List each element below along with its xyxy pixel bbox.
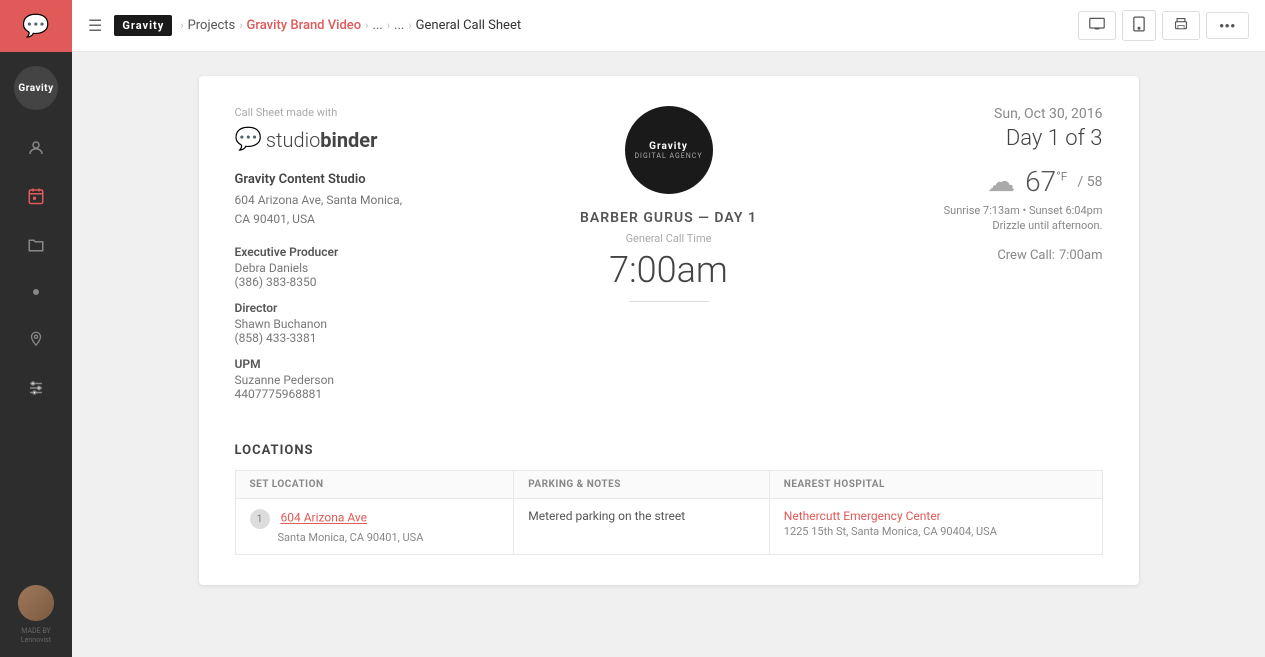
- breadcrumb-sep2: ›: [239, 19, 242, 32]
- breadcrumb-sep1: ›: [180, 19, 183, 32]
- breadcrumb-sep5: ›: [408, 19, 411, 32]
- call-sheet: Call Sheet made with 💬 studiobinder Grav…: [199, 76, 1139, 585]
- locations-table: SET LOCATION PARKING & NOTES NEAREST HOS…: [235, 470, 1103, 555]
- breadcrumb-sep3: ›: [365, 19, 368, 32]
- day-of: Day 1 of 3: [827, 126, 1103, 151]
- breadcrumb-current: General Call Sheet: [416, 18, 521, 33]
- hospital-name[interactable]: Nethercutt Emergency Center: [784, 509, 1088, 523]
- cs-left-column: Call Sheet made with 💬 studiobinder Grav…: [235, 106, 511, 413]
- shoot-date: Sun, Oct 30, 2016: [827, 106, 1103, 122]
- col-parking: PARKING & NOTES: [514, 471, 769, 499]
- avatar-image: [18, 585, 54, 621]
- company-address: 604 Arizona Ave, Santa Monica, CA 90401,…: [235, 191, 511, 229]
- view-print-button[interactable]: [1162, 11, 1200, 40]
- parking-notes-cell: Metered parking on the street: [514, 499, 769, 555]
- breadcrumb-ellipsis1[interactable]: ...: [372, 18, 382, 33]
- crew-call: Crew Call:7:00am: [827, 248, 1103, 263]
- sidebar-item-folder[interactable]: [14, 222, 58, 266]
- made-with-label: Call Sheet made with: [235, 106, 511, 119]
- chat-icon: 💬: [22, 14, 49, 39]
- breadcrumb-project[interactable]: Gravity Brand Video: [247, 18, 362, 33]
- hospital-cell: Nethercutt Emergency Center 1225 15th St…: [769, 499, 1102, 555]
- view-desktop-button[interactable]: [1078, 11, 1116, 40]
- location-address-link[interactable]: 604 Arizona Ave: [280, 511, 367, 525]
- sun-times: Sunrise 7:13am • Sunset 6:04pm: [827, 204, 1103, 217]
- sidebar-item-dot[interactable]: [14, 270, 58, 314]
- project-logo: Gravity DIGITAL AGENCY: [625, 106, 713, 194]
- topbar-right: •••: [1078, 10, 1249, 41]
- main-area: ☰ Gravity › Projects › Gravity Brand Vid…: [72, 0, 1265, 657]
- locations-section: LOCATIONS SET LOCATION PARKING & NOTES N…: [235, 443, 1103, 555]
- call-time: 7:00am: [609, 249, 728, 291]
- view-tablet-button[interactable]: [1122, 10, 1156, 41]
- sidebar-nav: [14, 118, 58, 573]
- location-number: 1: [250, 509, 270, 529]
- breadcrumb-ellipsis2[interactable]: ...: [394, 18, 404, 33]
- sidebar-bottom: MADE BYLennovist: [18, 573, 54, 657]
- cs-right-column: Sun, Oct 30, 2016 Day 1 of 3 ☁ 67°F / 58…: [827, 106, 1103, 413]
- sidebar-logo[interactable]: Gravity: [14, 66, 58, 110]
- company-name: Gravity Content Studio: [235, 172, 511, 187]
- hamburger-icon[interactable]: ☰: [88, 16, 102, 35]
- temp-low: / 58: [1078, 174, 1103, 190]
- topbar: ☰ Gravity › Projects › Gravity Brand Vid…: [72, 0, 1265, 52]
- location-row: 1 604 Arizona Ave Santa Monica, CA 90401…: [235, 499, 1102, 555]
- more-options-button[interactable]: •••: [1206, 12, 1249, 39]
- gravity-logo[interactable]: Gravity: [114, 15, 172, 36]
- studiobinder-icon: 💬: [235, 127, 262, 152]
- breadcrumb: › Projects › Gravity Brand Video › ... ›…: [180, 18, 521, 33]
- col-set-location: SET LOCATION: [235, 471, 514, 499]
- content-area: Call Sheet made with 💬 studiobinder Grav…: [72, 52, 1265, 657]
- cloud-icon: ☁: [987, 165, 1015, 198]
- sidebar-item-location[interactable]: [14, 318, 58, 362]
- studiobinder-text: studiobinder: [266, 128, 378, 152]
- sidebar-logo-text: Gravity: [18, 83, 53, 94]
- call-time-label: General Call Time: [626, 232, 712, 245]
- location-address-cell: 1 604 Arizona Ave Santa Monica, CA 90401…: [235, 499, 514, 555]
- weather-description: Drizzle until afternoon.: [827, 219, 1103, 232]
- contact-director: Director Shawn Buchanon (858) 433-3381: [235, 301, 511, 345]
- sidebar-app-button[interactable]: 💬: [0, 0, 72, 52]
- location-city: Santa Monica, CA 90401, USA: [278, 531, 500, 544]
- col-hospital: NEAREST HOSPITAL: [769, 471, 1102, 499]
- weather-widget: ☁ 67°F / 58: [827, 165, 1103, 198]
- breadcrumb-projects[interactable]: Projects: [188, 18, 236, 33]
- sidebar-item-settings[interactable]: [14, 366, 58, 410]
- call-sheet-header: Call Sheet made with 💬 studiobinder Grav…: [235, 106, 1103, 413]
- breadcrumb-sep4: ›: [387, 19, 390, 32]
- sidebar: 💬 Gravity MADE BYLennovist: [0, 0, 72, 657]
- studiobinder-logo: 💬 studiobinder: [235, 127, 511, 152]
- made-by-label: MADE BYLennovist: [21, 627, 51, 645]
- sidebar-item-people[interactable]: [14, 126, 58, 170]
- contact-executive-producer: Executive Producer Debra Daniels (386) 3…: [235, 245, 511, 289]
- center-divider: [629, 301, 709, 302]
- cs-center-column: Gravity DIGITAL AGENCY BARBER GURUS — DA…: [531, 106, 807, 413]
- sidebar-item-calendar[interactable]: [14, 174, 58, 218]
- gravity-logo-text: Gravity: [122, 19, 164, 32]
- contact-upm: UPM Suzanne Pederson 4407775968881: [235, 357, 511, 401]
- locations-title: LOCATIONS: [235, 443, 1103, 458]
- avatar[interactable]: [18, 585, 54, 621]
- temp-high: 67°F: [1025, 165, 1067, 198]
- project-title: BARBER GURUS — DAY 1: [580, 210, 757, 226]
- hospital-address: 1225 15th St, Santa Monica, CA 90404, US…: [784, 525, 1088, 538]
